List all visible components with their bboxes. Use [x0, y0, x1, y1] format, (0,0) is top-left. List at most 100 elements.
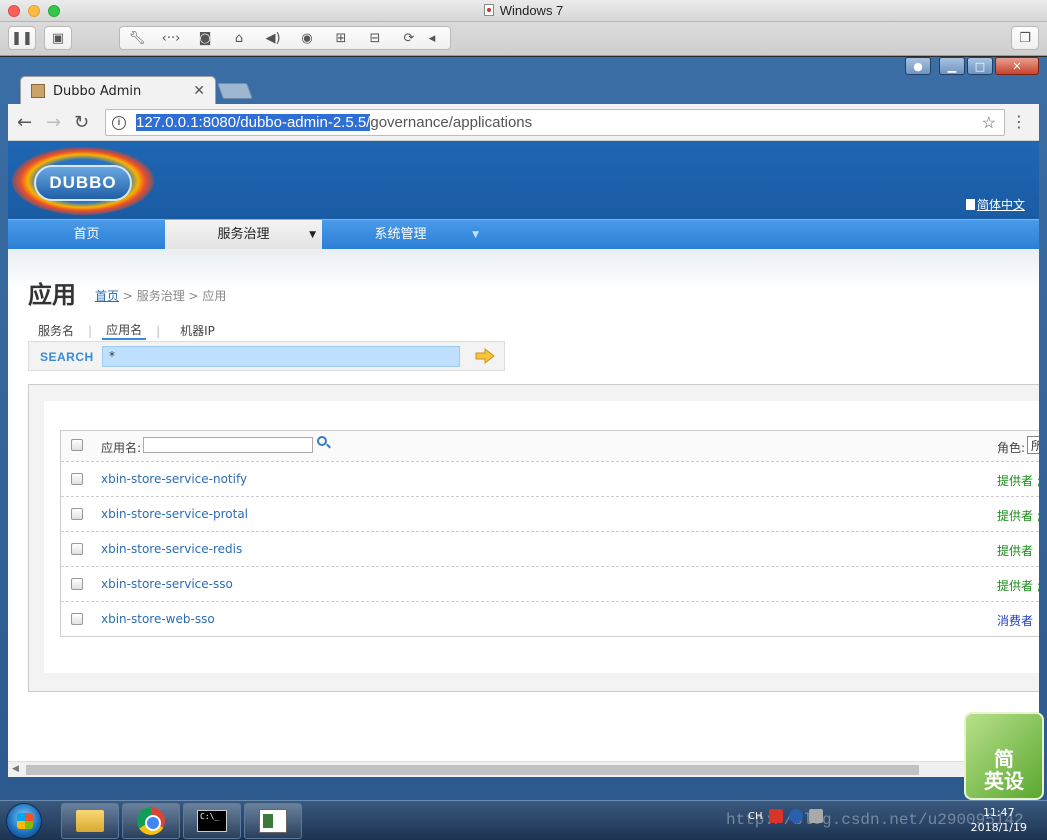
- menu-home-label: 首页: [73, 227, 100, 242]
- role-filter-select[interactable]: 所: [1027, 436, 1039, 454]
- app-link[interactable]: xbin-store-service-protal: [101, 507, 248, 521]
- dubbo-header: DUBBO 简体中文: [8, 141, 1039, 219]
- cmd-taskbar-button[interactable]: C:\_: [183, 803, 241, 839]
- fullscreen-icon[interactable]: ❐: [1011, 26, 1039, 50]
- chrome-taskbar-button[interactable]: [122, 803, 180, 839]
- usb-icon[interactable]: ⊞: [324, 31, 358, 46]
- help-icon[interactable]: [788, 809, 803, 823]
- browser-menu-icon[interactable]: ⋮: [1011, 112, 1027, 131]
- applications-table: 应用名: 角色: 所 xbin-store-service-notify 提供者…: [60, 430, 1039, 637]
- row-checkbox[interactable]: [71, 508, 83, 520]
- role-value: 提供者 ;: [997, 474, 1039, 488]
- role-value: 提供者: [997, 544, 1034, 558]
- dropdown-caret-icon: ▼: [472, 230, 479, 240]
- app-name-filter-input[interactable]: [143, 437, 313, 453]
- role-filter-label: 角色:: [997, 441, 1026, 455]
- search-input[interactable]: *: [102, 346, 460, 367]
- clock[interactable]: 11:47 2018/1/19: [971, 805, 1027, 835]
- language-link[interactable]: 简体中文: [965, 196, 1025, 213]
- browser-tab[interactable]: Dubbo Admin ✕: [20, 76, 216, 105]
- printer-icon[interactable]: ⊟: [358, 31, 392, 46]
- breadcrumb-section: 服务治理: [136, 289, 185, 303]
- dubbo-favicon-icon: [31, 84, 45, 98]
- speaker-icon[interactable]: ◀): [256, 31, 290, 46]
- code-arrows-icon[interactable]: ‹··›: [154, 31, 188, 46]
- disk-icon[interactable]: ◙: [188, 31, 222, 46]
- tab-separator: |: [156, 323, 161, 338]
- snapshot-icon[interactable]: ▣: [44, 26, 72, 50]
- chrome-icon: [137, 807, 165, 835]
- menu-system-label: 系统管理: [374, 227, 427, 242]
- page-content: 应用 首页 > 服务治理 > 应用 服务名 | 应用名 | 机器IP SEARC…: [8, 249, 1039, 777]
- horizontal-scrollbar[interactable]: ◀: [8, 761, 1039, 777]
- input-language[interactable]: CH: [748, 811, 763, 822]
- table-row: xbin-store-service-sso 提供者 ;: [61, 566, 1039, 601]
- host-title-text: Windows 7: [499, 3, 564, 18]
- main-menu: 首页 服务治理 ▼ 系统管理 ▼: [8, 219, 1039, 250]
- row-checkbox[interactable]: [71, 543, 83, 555]
- address-bar[interactable]: i 127.0.0.1:8080/dubbo-admin-2.5.5/gover…: [105, 109, 1005, 136]
- start-button[interactable]: [6, 803, 42, 839]
- notepad-taskbar-button[interactable]: [244, 803, 302, 839]
- app-link[interactable]: xbin-store-web-sso: [101, 612, 215, 626]
- pause-icon[interactable]: ❚❚: [8, 26, 36, 50]
- table-row: xbin-store-web-sso 消费者: [61, 601, 1039, 636]
- breadcrumb-home[interactable]: 首页: [95, 289, 119, 303]
- new-tab-button[interactable]: [217, 83, 253, 99]
- row-checkbox[interactable]: [71, 578, 83, 590]
- app-name-filter-label: 应用名:: [101, 441, 142, 455]
- ime-settings-label: 英设: [984, 769, 1024, 793]
- search-bar: SEARCH *: [28, 341, 505, 371]
- sogou-ime-icon[interactable]: [768, 809, 783, 823]
- vm-device-toolbar: 🔧︎ ‹··› ◙ ⌂ ◀) ◉ ⊞ ⊟ ⟳ ◂: [119, 26, 451, 50]
- scroll-left-arrow-icon[interactable]: ◀: [12, 764, 19, 774]
- table-header-row: 应用名: 角色: 所: [61, 431, 1039, 461]
- lock-icon[interactable]: ⌂: [222, 31, 256, 46]
- breadcrumb-separator: >: [119, 289, 137, 303]
- tab-separator: |: [88, 323, 93, 338]
- clock-time: 11:47: [982, 806, 1015, 819]
- wrench-icon[interactable]: 🔧︎: [120, 31, 154, 46]
- forward-arrow-icon[interactable]: →: [46, 112, 61, 133]
- row-checkbox[interactable]: [71, 613, 83, 625]
- results-panel: 应用名: 角色: 所 xbin-store-service-notify 提供者…: [28, 384, 1039, 692]
- url-rest-text: governance/applications: [370, 114, 533, 131]
- tray-flag-icon[interactable]: [808, 809, 823, 823]
- bookmark-star-icon[interactable]: ☆: [982, 113, 996, 133]
- tab-close-icon[interactable]: ✕: [193, 83, 205, 99]
- tab-service-name[interactable]: 服务名: [34, 322, 78, 339]
- ime-widget[interactable]: 简 英设: [964, 712, 1044, 800]
- magnifier-icon[interactable]: [317, 436, 327, 446]
- breadcrumb-current: 应用: [202, 289, 227, 303]
- search-go-arrow-icon[interactable]: [475, 348, 495, 364]
- menu-system[interactable]: 系统管理 ▼: [322, 220, 479, 250]
- row-checkbox[interactable]: [71, 473, 83, 485]
- results-inner: 应用名: 角色: 所 xbin-store-service-notify 提供者…: [44, 401, 1039, 673]
- tab-machine-ip[interactable]: 机器IP: [176, 322, 219, 339]
- dubbo-logo: DUBBO: [12, 147, 154, 215]
- menu-governance[interactable]: 服务治理 ▼: [165, 220, 322, 250]
- page-viewport: DUBBO 简体中文 首页 服务治理 ▼ 系统管理 ▼ 应用 首页 > 服务治理 >…: [8, 141, 1039, 777]
- camera-icon[interactable]: ◉: [290, 31, 324, 46]
- app-link[interactable]: xbin-store-service-redis: [101, 542, 242, 556]
- table-row: xbin-store-service-redis 提供者: [61, 531, 1039, 566]
- menu-home[interactable]: 首页: [8, 220, 165, 250]
- clock-date: 2018/1/19: [970, 821, 1027, 834]
- select-all-checkbox[interactable]: [71, 439, 83, 451]
- host-titlebar: Windows 7: [0, 0, 1047, 22]
- app-link[interactable]: xbin-store-service-sso: [101, 577, 233, 591]
- tab-app-name[interactable]: 应用名: [102, 321, 147, 340]
- notepad-icon: [259, 809, 287, 833]
- reload-icon[interactable]: ↻: [74, 112, 89, 133]
- ime-mode-label: 简: [994, 747, 1014, 771]
- collapse-arrow-icon[interactable]: ◂: [426, 31, 438, 46]
- browser-navbar: ← → ↻ i 127.0.0.1:8080/dubbo-admin-2.5.5…: [8, 104, 1039, 141]
- table-row: xbin-store-service-protal 提供者 ;: [61, 496, 1039, 531]
- cmd-icon: C:\_: [197, 810, 227, 832]
- info-icon[interactable]: i: [112, 115, 126, 130]
- sync-icon[interactable]: ⟳: [392, 31, 426, 46]
- app-link[interactable]: xbin-store-service-notify: [101, 472, 247, 486]
- back-arrow-icon[interactable]: ←: [17, 112, 32, 133]
- scrollbar-thumb[interactable]: [26, 765, 919, 775]
- explorer-taskbar-button[interactable]: [61, 803, 119, 839]
